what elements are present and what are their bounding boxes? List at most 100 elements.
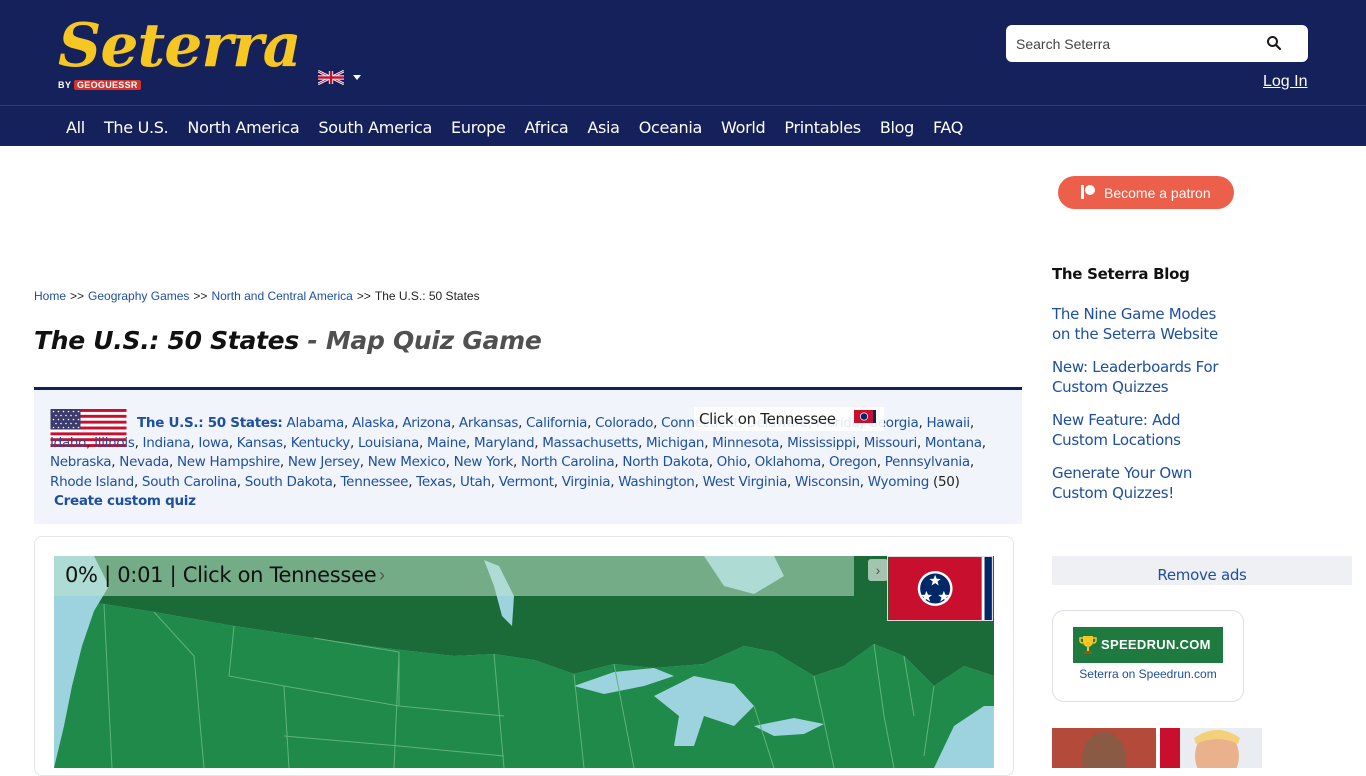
blog-post-link[interactable]: The Nine Game Modes on the Seterra Websi… <box>1052 304 1222 344</box>
state-link[interactable]: Wyoming <box>868 474 930 490</box>
login-link[interactable]: Log In <box>1263 73 1307 91</box>
speedrun-caption[interactable]: Seterra on Speedrun.com <box>1053 667 1243 681</box>
blog-section-title: The Seterra Blog <box>1052 265 1190 283</box>
state-link[interactable]: South Carolina <box>142 474 237 490</box>
state-link[interactable]: Mississippi <box>787 435 856 451</box>
quiz-name-label[interactable]: The U.S.: 50 States: <box>137 415 283 431</box>
state-link[interactable]: Utah <box>460 474 491 490</box>
blog-post-link[interactable]: Generate Your Own Custom Quizzes! <box>1052 463 1222 503</box>
geoguessr-brand: GEOGUESSR <box>74 80 141 90</box>
state-link[interactable]: North Carolina <box>521 454 615 470</box>
tennessee-flag-mini-icon <box>854 410 876 423</box>
state-link[interactable]: Texas <box>416 474 452 490</box>
state-link[interactable]: New Jersey <box>288 454 360 470</box>
state-link[interactable]: Arkansas <box>459 415 518 431</box>
state-link[interactable]: Michigan <box>646 435 704 451</box>
quiz-subtitle: Map Quiz Game <box>325 326 542 355</box>
tooltip-text: Click on Tennessee <box>699 410 836 428</box>
state-link[interactable]: Arizona <box>402 415 451 431</box>
state-link[interactable]: Oklahoma <box>755 454 822 470</box>
state-link[interactable]: Kansas <box>237 435 283 451</box>
state-link[interactable]: Hawaii <box>926 415 970 431</box>
speedrun-logo-text: SPEEDRUN.COM <box>1101 637 1211 652</box>
state-link[interactable]: Pennsylvania <box>885 454 970 470</box>
seterra-logo[interactable]: Seterra BY GEOGUESSR <box>58 14 301 94</box>
nav-item-blog[interactable]: Blog <box>880 118 914 138</box>
state-link[interactable]: Idaho <box>50 435 86 451</box>
state-link[interactable]: West Virginia <box>703 474 788 490</box>
nav-item-all[interactable]: All <box>66 118 85 138</box>
state-link[interactable]: Indiana <box>143 435 191 451</box>
nav-item-africa[interactable]: Africa <box>525 118 569 138</box>
state-link[interactable]: Ohio <box>717 454 747 470</box>
breadcrumb-geography-games[interactable]: Geography Games <box>88 289 189 303</box>
state-link[interactable]: Vermont <box>499 474 554 490</box>
page-title: The U.S.: 50 States - Map Quiz Game <box>34 326 542 355</box>
state-link[interactable]: Oregon <box>829 454 877 470</box>
state-link[interactable]: Nebraska <box>50 454 112 470</box>
nav-item-europe[interactable]: Europe <box>451 118 506 138</box>
nav-item-us[interactable]: The U.S. <box>104 118 169 138</box>
title-separator: - <box>298 326 326 355</box>
nav-item-faq[interactable]: FAQ <box>933 118 963 138</box>
state-link[interactable]: Nevada <box>119 454 169 470</box>
language-selector[interactable] <box>318 70 364 86</box>
state-link[interactable]: Massachusetts <box>542 435 638 451</box>
logo-wordmark: Seterra <box>58 11 301 81</box>
chevron-down-icon <box>353 75 361 80</box>
become-patron-button[interactable]: Become a patron <box>1058 176 1234 209</box>
game-status-text: 0% | 0:01 | Click on Tennessee <box>65 563 377 587</box>
tennessee-flag-icon <box>887 556 993 621</box>
remove-ads-link[interactable]: Remove ads <box>1052 556 1352 585</box>
state-link[interactable]: Illinois <box>94 435 135 451</box>
search-input[interactable] <box>1016 34 1256 54</box>
state-link[interactable]: Minnesota <box>712 435 779 451</box>
state-link[interactable]: South Dakota <box>245 474 333 490</box>
nav-item-world[interactable]: World <box>721 118 766 138</box>
blog-list: The Nine Game Modes on the Seterra Websi… <box>1052 304 1222 516</box>
breadcrumb-north-central-america[interactable]: North and Central America <box>211 289 352 303</box>
blog-post-link[interactable]: New Feature: Add Custom Locations <box>1052 410 1222 450</box>
state-link[interactable]: Missouri <box>864 435 917 451</box>
create-custom-quiz-link[interactable]: Create custom quiz <box>54 493 196 509</box>
state-link[interactable]: New York <box>454 454 514 470</box>
state-link[interactable]: Virginia <box>562 474 611 490</box>
search-box <box>1006 25 1308 62</box>
state-link[interactable]: Maryland <box>474 435 535 451</box>
state-link[interactable]: Louisiana <box>358 435 419 451</box>
presidents-promo-image[interactable] <box>1052 728 1262 768</box>
speedrun-card[interactable]: SPEEDRUN.COM Seterra on Speedrun.com <box>1052 610 1244 702</box>
nav-item-printables[interactable]: Printables <box>784 118 861 138</box>
blog-post-link[interactable]: New: Leaderboards For Custom Quizzes <box>1052 357 1222 397</box>
nav-item-south-america[interactable]: South America <box>318 118 432 138</box>
state-link[interactable]: Tennessee <box>341 474 409 490</box>
nav-item-north-america[interactable]: North America <box>187 118 299 138</box>
search-icon[interactable] <box>1266 35 1282 51</box>
state-link[interactable]: New Mexico <box>368 454 446 470</box>
breadcrumb-home[interactable]: Home <box>34 289 66 303</box>
state-link[interactable]: Alabama <box>287 415 345 431</box>
state-link[interactable]: Kentucky <box>291 435 351 451</box>
site-header: Seterra BY GEOGUESSR Log In <box>0 0 1366 105</box>
state-link[interactable]: Alaska <box>352 415 395 431</box>
state-link[interactable]: Colorado <box>595 415 653 431</box>
chevron-right-icon[interactable]: › <box>379 565 385 586</box>
quiz-title: The U.S.: 50 States <box>34 326 299 355</box>
state-link[interactable]: Rhode Island <box>50 474 134 490</box>
state-link[interactable]: North Dakota <box>622 454 709 470</box>
state-count: (50) <box>933 473 960 490</box>
state-link[interactable]: Maine <box>427 435 466 451</box>
game-status-bar: 0% | 0:01 | Click on Tennessee › <box>54 556 854 596</box>
nav-item-oceania[interactable]: Oceania <box>639 118 703 138</box>
cursor-tooltip: Click on Tennessee <box>694 407 884 431</box>
state-link[interactable]: Iowa <box>198 435 229 451</box>
speedrun-logo: SPEEDRUN.COM <box>1073 627 1223 663</box>
state-link[interactable]: Washington <box>618 474 695 490</box>
nav-item-asia[interactable]: Asia <box>587 118 620 138</box>
state-link[interactable]: Montana <box>925 435 982 451</box>
state-link[interactable]: New Hampshire <box>177 454 280 470</box>
flag-toggle-arrow[interactable]: › <box>868 559 888 581</box>
state-link[interactable]: Wisconsin <box>795 474 860 490</box>
state-link[interactable]: California <box>526 415 587 431</box>
uk-flag-icon <box>318 70 344 85</box>
